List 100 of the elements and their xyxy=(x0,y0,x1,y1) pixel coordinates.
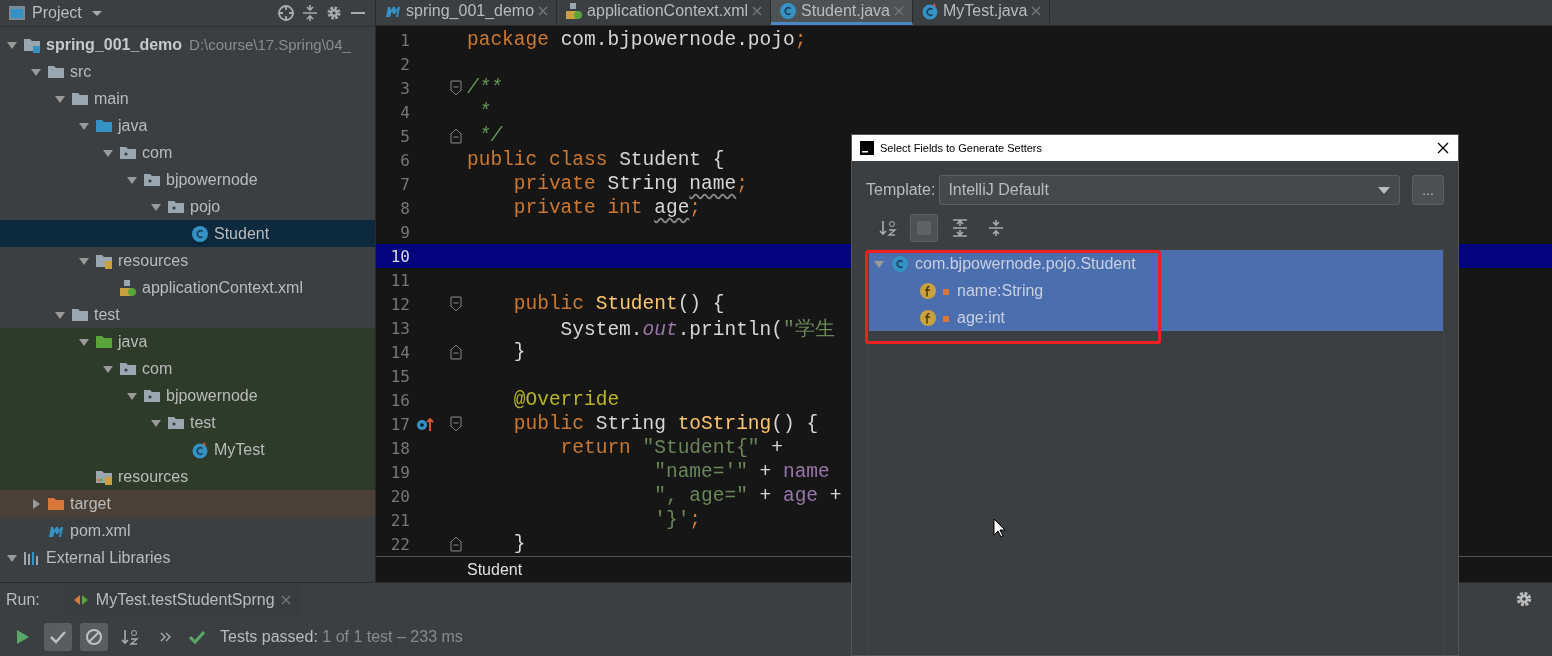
code-line: public class Student { xyxy=(467,149,725,171)
collapse-all-icon[interactable] xyxy=(301,4,319,22)
fold-marker-icon[interactable] xyxy=(450,536,462,552)
close-icon[interactable] xyxy=(1436,141,1450,155)
test-class-icon xyxy=(921,2,939,20)
project-window-icon xyxy=(8,4,26,22)
tree-item[interactable]: resources xyxy=(0,463,375,490)
class-icon xyxy=(779,2,798,20)
toolbar-button[interactable] xyxy=(80,623,108,651)
code-line: private String name; xyxy=(512,173,748,195)
code-line: return "Student{" + xyxy=(559,437,783,459)
tree-item[interactable]: External Libraries xyxy=(0,544,375,571)
tree-item[interactable]: test xyxy=(0,301,375,328)
editor-tab[interactable]: spring_001_demo xyxy=(376,0,558,25)
test-class-icon xyxy=(191,440,209,459)
line-number: 9 xyxy=(399,222,410,242)
code-line: * xyxy=(477,101,491,123)
line-number: 21 xyxy=(389,510,410,530)
tree-item-label: target xyxy=(70,494,111,513)
expand-arrow-icon[interactable] xyxy=(30,497,42,510)
template-label: Template: xyxy=(866,181,936,199)
line-number: 14 xyxy=(389,342,410,362)
tree-item[interactable]: src xyxy=(0,58,375,85)
tree-item[interactable]: applicationContext.xml xyxy=(0,274,375,301)
line-number: 13 xyxy=(389,318,410,338)
tree-item[interactable]: MyTest xyxy=(0,436,375,463)
tree-item-label: com.bjpowernode.pojo.Student xyxy=(915,254,1136,273)
override-marker-icon[interactable] xyxy=(416,416,434,432)
code-line: public String toString() { xyxy=(512,413,819,435)
tree-item-label: com xyxy=(142,359,173,378)
tree-item[interactable]: name:String xyxy=(869,277,1443,304)
blocked-icon xyxy=(84,627,104,647)
fold-marker-icon[interactable] xyxy=(450,416,462,432)
panel-title[interactable]: Project xyxy=(32,4,82,22)
tree-item-label: applicationContext.xml xyxy=(142,278,303,297)
field-icon xyxy=(919,308,951,327)
tree-item-label: Student xyxy=(214,224,270,243)
tree-item[interactable]: resources xyxy=(0,247,375,274)
line-number: 3 xyxy=(399,78,410,98)
tree-item[interactable]: age:int xyxy=(869,304,1443,331)
code-line: private int age; xyxy=(512,197,702,219)
line-number: 16 xyxy=(389,390,410,410)
line-number: 11 xyxy=(389,270,410,290)
xml-file-icon xyxy=(119,278,137,297)
fold-marker-icon[interactable] xyxy=(450,80,462,96)
tree-item[interactable]: Student xyxy=(0,220,375,247)
line-number: 17 xyxy=(389,414,410,434)
line-number: 4 xyxy=(399,102,410,122)
breadcrumb[interactable]: Student xyxy=(467,560,523,579)
tree-item[interactable]: java xyxy=(0,112,375,139)
target-icon[interactable] xyxy=(277,4,295,22)
expand-all-icon xyxy=(950,218,970,238)
fold-marker-icon[interactable] xyxy=(450,128,462,144)
tree-item[interactable]: bjpowernode xyxy=(0,166,375,193)
code-line: } xyxy=(512,533,526,555)
tree-item[interactable]: pojo xyxy=(0,193,375,220)
collapse-all-icon xyxy=(986,218,1006,238)
line-number: 18 xyxy=(389,438,410,458)
line-number: 10 xyxy=(389,246,410,266)
code-line: package com.bjpowernode.pojo; xyxy=(467,29,807,51)
tree-item-label: External Libraries xyxy=(46,548,171,567)
toolbar-button[interactable] xyxy=(44,623,72,651)
code-line: public Student() { xyxy=(512,293,725,315)
tree-item[interactable]: java xyxy=(0,328,375,355)
editor-tab[interactable]: Student.java xyxy=(771,0,913,25)
tree-item[interactable]: main xyxy=(0,85,375,112)
line-number: 15 xyxy=(389,366,410,386)
sort-icon xyxy=(120,627,140,647)
settings-icon[interactable] xyxy=(325,4,343,22)
tree-item[interactable]: test xyxy=(0,409,375,436)
dialog-title: Select Fields to Generate Setters xyxy=(880,142,1043,154)
tree-item[interactable]: bjpowernode xyxy=(0,382,375,409)
tree-item[interactable]: pom.xml xyxy=(0,517,375,544)
tree-item-label: bjpowernode xyxy=(166,386,258,405)
test-status: Tests passed: 1 of 1 test – 233 ms xyxy=(220,628,463,646)
code-line: /** xyxy=(467,77,503,99)
code-line: } xyxy=(512,341,526,363)
tree-item-label: MyTest xyxy=(214,440,265,459)
editor-tab[interactable]: MyTest.java xyxy=(913,0,1051,25)
tree-item-label: name:String xyxy=(957,281,1044,300)
tree-item[interactable]: com.bjpowernode.pojo.Student xyxy=(869,250,1443,277)
fold-marker-icon[interactable] xyxy=(450,344,462,360)
line-number: 6 xyxy=(399,150,410,170)
tree-item[interactable]: spring_001_demo D:\course\17.Spring\04_ xyxy=(0,31,375,58)
template-dropdown[interactable]: IntelliJ Default xyxy=(939,175,1400,205)
code-line: "name='" + name xyxy=(653,461,830,483)
line-number: 7 xyxy=(399,174,410,194)
line-number: 20 xyxy=(389,486,410,506)
line-number: 8 xyxy=(399,198,410,218)
line-number: 2 xyxy=(399,54,410,74)
tree-item[interactable]: target xyxy=(0,490,375,517)
sort-icon xyxy=(878,218,898,238)
code-line: '}'; xyxy=(653,509,702,531)
settings-icon[interactable] xyxy=(1514,589,1534,609)
more-button[interactable]: ... xyxy=(1412,175,1444,205)
line-number: 5 xyxy=(399,126,410,146)
tree-item-label: resources xyxy=(118,467,189,486)
tree-item[interactable]: com xyxy=(0,355,375,382)
fold-marker-icon[interactable] xyxy=(450,296,462,312)
tree-item[interactable]: com xyxy=(0,139,375,166)
